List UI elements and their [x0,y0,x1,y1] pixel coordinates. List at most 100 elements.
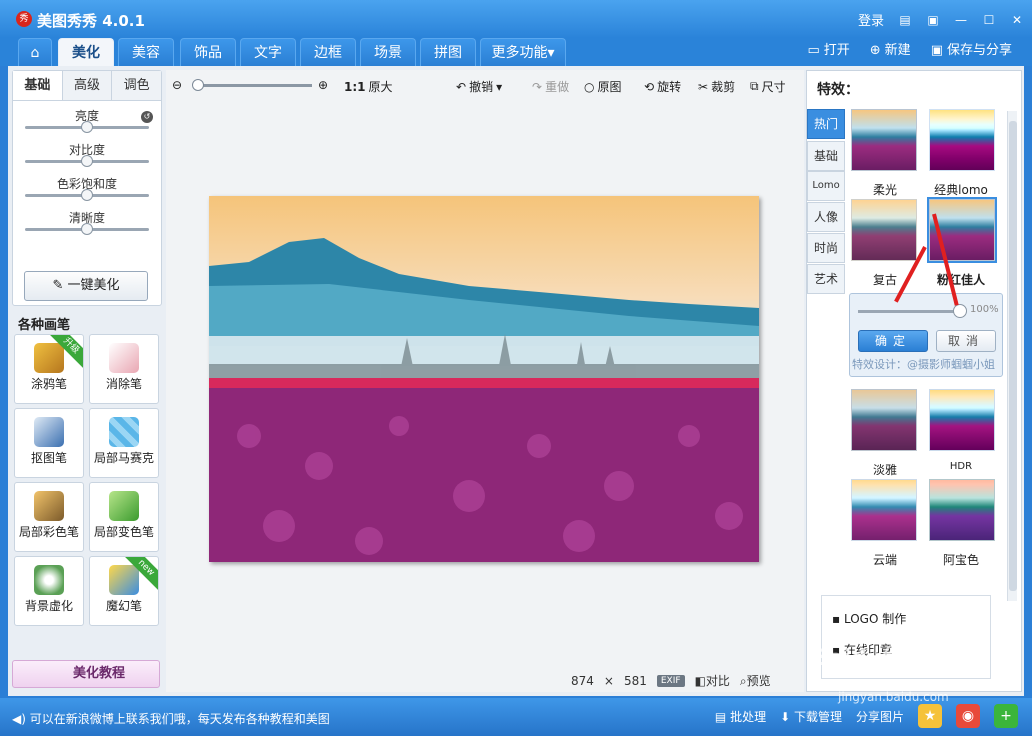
actual-size-ratio: 1:1 [344,79,366,94]
tab-more[interactable]: 更多功能▾ [480,38,566,66]
brush-doodle[interactable]: 涂鸦笔 升级 [14,334,84,404]
minimize-icon[interactable]: — [954,13,968,27]
category-art[interactable]: 艺术 [807,264,845,294]
preview-button[interactable]: ⌕预览 [740,672,771,689]
effects-title: 特效： [817,82,859,98]
open-label: 打开 [823,43,850,58]
sharpness-slider[interactable]: 清晰度 [13,203,161,237]
undo-dropdown-icon[interactable]: ▾ [496,80,502,94]
photo-scene [209,238,759,562]
weibo-icon[interactable]: ◉ [956,704,980,728]
brush-magic[interactable]: 魔幻笔 new [89,556,159,626]
category-lomo[interactable]: Lomo [807,171,845,201]
slider-knob[interactable] [81,189,93,201]
strength-slider[interactable] [858,310,960,313]
category-fashion[interactable]: 时尚 [807,233,845,263]
effect-thumb-elegant[interactable] [851,389,917,451]
brush-mosaic[interactable]: 局部马赛克 [89,408,159,478]
maximize-icon[interactable]: ☐ [982,13,996,27]
effect-label: 粉红佳人 [936,273,985,287]
save-share-button[interactable]: ▣ 保存与分享 [931,38,1012,64]
tulip-photo [209,196,759,562]
login-link[interactable]: 登录 [858,10,884,29]
tab-accessory[interactable]: 饰品 [180,38,236,66]
brush-label: 消除笔 [105,377,142,391]
open-button[interactable]: ▭ 打开 [807,38,849,64]
home-tab[interactable]: ⌂ [18,38,52,66]
slider-knob[interactable] [81,121,93,133]
download-manager-button[interactable]: ⬇ 下载管理 [780,708,842,725]
slider-knob[interactable] [81,155,93,167]
category-hot[interactable]: 热门 [807,109,845,139]
tab-beauty[interactable]: 美容 [118,38,174,66]
subtab-advanced[interactable]: 高级 [62,71,113,100]
effects-scrollbar[interactable] [1007,111,1017,601]
image-height: 581 [623,673,647,688]
brush-eraser[interactable]: 消除笔 [89,334,159,404]
original-button[interactable]: ○ 原图 [584,78,622,95]
redo-button[interactable]: ↷ 重做 [532,78,569,95]
share-image-button[interactable]: 分享图片 [856,708,904,725]
strength-knob[interactable] [953,304,967,318]
canvas-area: ⊖ ⊕ 1:1 原大 ↶ 撤销 ▾ ↷ 重做 ○ 原图 ⟲ 旋转 ✂ 裁剪 ⧉ 尺寸 [166,70,804,692]
confirm-button[interactable]: 确定 [858,330,928,352]
undo-button[interactable]: ↶ 撤销 ▾ [456,78,502,95]
batch-button[interactable]: ▤ 批处理 [715,708,766,725]
effect-thumb-soft-light[interactable] [851,109,917,171]
tab-beautify[interactable]: 美化 [58,38,114,66]
new-button[interactable]: ⊕ 新建 [870,38,911,64]
zoom-knob[interactable] [192,79,205,91]
effect-thumb-retro[interactable] [851,199,917,261]
brush-label: 局部彩色笔 [18,525,79,539]
tutorial-button[interactable]: 美化教程 [12,660,160,688]
subtab-color[interactable]: 调色 [112,71,162,100]
undo-icon: ↶ [456,79,467,94]
zoom-out-icon[interactable]: ⊖ [172,78,182,92]
effect-designer-link[interactable]: 特效设计：@摄影师蝈蝈小姐 [852,356,1002,372]
rotate-button[interactable]: ⟲ 旋转 [644,78,681,95]
chevron-down-icon: ▾ [547,45,555,61]
add-icon[interactable]: + [994,704,1018,728]
effect-thumb-cloud[interactable] [851,479,917,541]
brush-local-color[interactable]: 局部彩色笔 [14,482,84,552]
brush-color-change[interactable]: 局部变色笔 [89,482,159,552]
brush-cutout[interactable]: 抠图笔 [14,408,84,478]
red-tulip-row [209,378,759,388]
zoom-in-icon[interactable]: ⊕ [318,78,328,92]
effect-thumb-hdr[interactable] [929,389,995,451]
category-portrait[interactable]: 人像 [807,202,845,232]
tab-frame[interactable]: 边框 [300,38,356,66]
workspace: 基础 高级 调色 ↺ 亮度 对比度 色彩饱和度 清晰度 ✎ 一键美化 各种画笔 … [8,66,1024,696]
cancel-button[interactable]: 取消 [936,330,996,352]
circle-icon: ○ [584,79,595,94]
effect-thumb-abao[interactable] [929,479,995,541]
compare-button[interactable]: ◧对比 [695,672,730,689]
tab-collage[interactable]: 拼图 [420,38,476,66]
effect-thumb-classic-lomo[interactable] [929,109,995,171]
zoom-slider[interactable] [196,84,312,87]
slider-knob[interactable] [81,223,93,235]
ad-link-logo[interactable]: ▪ LOGO 制作 [832,610,990,627]
actual-size-button[interactable]: 1:1 原大 [344,78,393,95]
close-icon[interactable]: ✕ [1010,13,1024,27]
star-icon[interactable]: ★ [918,704,942,728]
magic-icon: ✎ [52,278,68,293]
contrast-slider[interactable]: 对比度 [13,135,161,169]
batch-label: 批处理 [730,709,767,724]
tab-scene[interactable]: 场景 [360,38,416,66]
saturation-slider[interactable]: 色彩饱和度 [13,169,161,203]
compare-icon: ◧ [694,674,706,688]
tab-text[interactable]: 文字 [240,38,296,66]
crop-button[interactable]: ✂ 裁剪 [698,78,735,95]
size-button[interactable]: ⧉ 尺寸 [750,78,786,95]
subtab-basic[interactable]: 基础 [13,71,63,100]
undo-label: 撤销 [469,80,494,94]
exif-button[interactable]: EXIF [656,674,685,687]
original-label: 原图 [597,80,622,94]
message-icon[interactable]: ▣ [926,13,940,27]
one-key-beautify-button[interactable]: ✎ 一键美化 [24,271,148,301]
category-basic[interactable]: 基础 [807,141,845,171]
chat-icon[interactable]: ▤ [898,13,912,27]
brightness-slider[interactable]: 亮度 [13,101,161,135]
brush-background-blur[interactable]: 背景虚化 [14,556,84,626]
